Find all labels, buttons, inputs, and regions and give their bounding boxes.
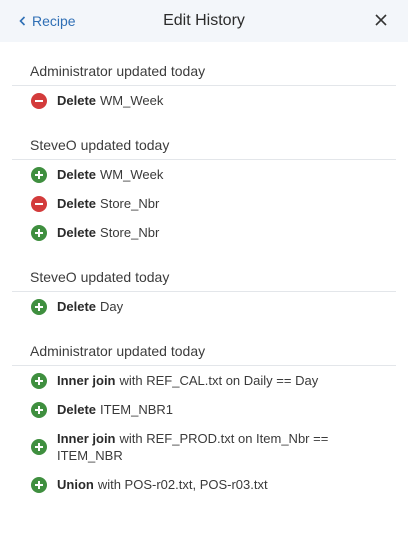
- history-item: Delete Store_Nbr: [12, 189, 396, 218]
- history-item: Inner join with REF_PROD.txt on Item_Nbr …: [12, 424, 396, 470]
- history-item: Delete WM_Week: [12, 86, 396, 115]
- item-text: WM_Week: [100, 93, 164, 108]
- item-verb: Inner join: [57, 373, 116, 388]
- history-item: Delete ITEM_NBR1: [12, 395, 396, 424]
- item-verb: Delete: [57, 93, 97, 108]
- remove-circle-icon: [31, 195, 47, 212]
- remove-circle-icon: [31, 92, 47, 109]
- history-item: Delete Store_Nbr: [12, 218, 396, 247]
- dialog-header: Recipe Edit History: [0, 0, 408, 42]
- group-header: SteveO updated today: [12, 247, 396, 292]
- add-circle-icon: [31, 439, 47, 455]
- history-item: Delete Day: [12, 292, 396, 321]
- chevron-left-icon: [19, 16, 26, 26]
- history-group: Administrator updated today Delete WM_Wee…: [12, 42, 396, 115]
- dialog-title: Edit History: [163, 12, 245, 29]
- group-header: Administrator updated today: [12, 42, 396, 86]
- add-circle-icon: [31, 298, 47, 315]
- back-to-recipe-link[interactable]: Recipe: [19, 0, 76, 42]
- add-circle-icon: [31, 166, 47, 183]
- item-verb: Delete: [57, 167, 97, 182]
- item-verb: Delete: [57, 196, 97, 211]
- add-circle-icon: [31, 401, 47, 418]
- add-circle-icon: [31, 224, 47, 241]
- item-verb: Delete: [57, 299, 97, 314]
- history-group: SteveO updated today Delete Day: [12, 247, 396, 321]
- add-circle-icon: [31, 476, 47, 493]
- history-list: Administrator updated today Delete WM_Wee…: [0, 42, 408, 499]
- item-text: Store_Nbr: [100, 196, 160, 211]
- close-icon[interactable]: [374, 13, 388, 27]
- item-verb: Inner join: [57, 431, 116, 446]
- item-text: WM_Week: [100, 167, 164, 182]
- history-item: Union with POS-r02.txt, POS-r03.txt: [12, 470, 396, 499]
- item-text: Day: [100, 299, 124, 314]
- history-group: SteveO updated today Delete WM_Week Delet…: [12, 115, 396, 247]
- group-header: SteveO updated today: [12, 115, 396, 160]
- item-verb: Union: [57, 477, 94, 492]
- item-text: Store_Nbr: [100, 225, 160, 240]
- back-link-label: Recipe: [32, 13, 76, 29]
- item-text: with REF_CAL.txt on Daily == Day: [119, 373, 319, 388]
- group-header: Administrator updated today: [12, 321, 396, 366]
- item-verb: Delete: [57, 225, 97, 240]
- item-verb: Delete: [57, 402, 97, 417]
- history-item: Delete WM_Week: [12, 160, 396, 189]
- add-circle-icon: [31, 372, 47, 389]
- item-text: ITEM_NBR1: [100, 402, 173, 417]
- item-text: with POS-r02.txt, POS-r03.txt: [97, 477, 268, 492]
- history-group: Administrator updated today Inner join wi…: [12, 321, 396, 499]
- history-item: Inner join with REF_CAL.txt on Daily == D…: [12, 366, 396, 395]
